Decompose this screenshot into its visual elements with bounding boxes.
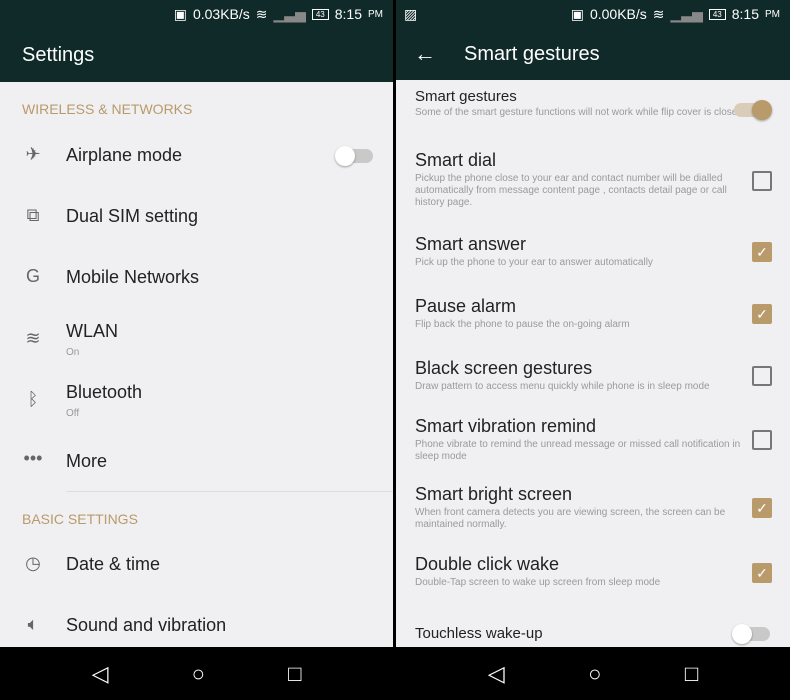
row-label: Pause alarm	[415, 296, 517, 316]
double-click-wake-row[interactable]: Double click wake Double-Tap screen to w…	[415, 554, 790, 589]
back-nav-icon[interactable]: ◁	[488, 661, 505, 687]
item-label: WLAN	[66, 321, 119, 341]
page-title: Settings	[22, 43, 95, 66]
airplane-mode-toggle[interactable]	[335, 146, 373, 166]
mobile-networks-item[interactable]: G Mobile Networks	[0, 262, 393, 296]
item-label: Date & time	[66, 554, 161, 574]
smart-answer-checkbox[interactable]: ✓	[752, 242, 772, 262]
airplane-icon: ✈	[25, 144, 41, 164]
wlan-item[interactable]: ≋ WLAN On	[0, 316, 393, 362]
more-icon: •••	[23, 448, 43, 468]
smart-bright-screen-row[interactable]: Smart bright screen When front camera de…	[415, 484, 790, 531]
smart-gestures-screen: ▨ ▣ 0.00KB/s ≋ ▁▃▅ 43 8:15 PM ← Smart ges…	[396, 0, 790, 700]
clock-icon: ◷	[25, 553, 41, 573]
row-description: Double-Tap screen to wake up screen from…	[415, 577, 661, 588]
home-nav-icon[interactable]: ○	[588, 661, 601, 687]
bluetooth-icon: ᛒ	[27, 389, 39, 409]
divider	[66, 491, 393, 492]
smart-answer-row[interactable]: Smart answer Pick up the phone to your e…	[415, 234, 790, 269]
touchless-wake-up-toggle[interactable]	[732, 624, 770, 644]
smart-bright-screen-checkbox[interactable]: ✓	[752, 498, 772, 518]
row-label: Smart gestures	[415, 88, 517, 105]
ampm: PM	[368, 8, 383, 20]
row-label: Double click wake	[415, 554, 560, 574]
app-bar: Settings	[0, 28, 393, 82]
smart-gestures-row[interactable]: Smart gestures Some of the smart gesture…	[415, 88, 790, 120]
row-label: Black screen gestures	[415, 358, 593, 378]
smart-dial-checkbox[interactable]	[752, 171, 772, 191]
section-header: WIRELESS & NETWORKS	[22, 101, 193, 117]
item-status: On	[66, 347, 80, 358]
smart-vibration-remind-checkbox[interactable]	[752, 430, 772, 450]
mobile-networks-icon: G	[25, 266, 40, 286]
ampm: PM	[765, 8, 780, 20]
smart-vibration-remind-row[interactable]: Smart vibration remind Phone vibrate to …	[415, 416, 790, 463]
item-label: More	[66, 451, 108, 471]
black-screen-gestures-row[interactable]: Black screen gestures Draw pattern to ac…	[415, 358, 790, 393]
more-item[interactable]: ••• More	[0, 446, 393, 480]
row-label: Smart answer	[415, 234, 527, 254]
pause-alarm-row[interactable]: Pause alarm Flip back the phone to pause…	[415, 296, 790, 331]
clock: 8:15	[334, 6, 362, 22]
dual-sim-icon: ⧉	[26, 205, 40, 225]
data-speed-icon: ▣	[173, 5, 187, 22]
smart-gestures-toggle[interactable]	[734, 100, 772, 120]
wifi-icon: ≋	[652, 5, 665, 22]
app-bar: ← Smart gestures	[396, 28, 790, 80]
bluetooth-item[interactable]: ᛒ Bluetooth Off	[0, 377, 393, 423]
home-nav-icon[interactable]: ○	[192, 661, 205, 687]
speaker-icon: 🔈︎	[27, 614, 39, 634]
sound-item[interactable]: 🔈︎ Sound and vibration	[0, 610, 393, 644]
item-label: Airplane mode	[66, 145, 183, 165]
row-description: Draw pattern to access menu quickly whil…	[415, 381, 710, 392]
back-nav-icon[interactable]: ◁	[92, 661, 109, 687]
page-title: Smart gestures	[464, 42, 600, 65]
row-label: Smart vibration remind	[415, 416, 597, 436]
item-status: Off	[66, 408, 80, 419]
data-speed-icon: ▣	[570, 5, 584, 22]
smart-dial-row[interactable]: Smart dial Pickup the phone close to you…	[415, 150, 790, 209]
row-description: Some of the smart gesture functions will…	[415, 107, 743, 118]
double-click-wake-checkbox[interactable]: ✓	[752, 563, 772, 583]
signal-icon: ▁▃▅	[273, 5, 306, 22]
row-description: Phone vibrate to remind the unread messa…	[415, 439, 741, 462]
item-label: Mobile Networks	[66, 267, 200, 287]
dual-sim-item[interactable]: ⧉ Dual SIM setting	[0, 201, 393, 235]
image-notification-icon: ▨	[404, 5, 418, 22]
section-header: BASIC SETTINGS	[22, 511, 138, 527]
row-description: Pick up the phone to your ear to answer …	[415, 257, 653, 268]
item-label: Bluetooth	[66, 382, 143, 402]
wifi-icon: ≋	[25, 328, 41, 348]
status-bar: ▨ ▣ 0.00KB/s ≋ ▁▃▅ 43 8:15 PM	[396, 0, 790, 28]
item-label: Dual SIM setting	[66, 206, 199, 226]
back-arrow-icon[interactable]: ←	[414, 41, 436, 67]
recents-nav-icon[interactable]: □	[685, 661, 698, 687]
navigation-bar: ◁ ○ □	[0, 647, 393, 700]
battery-icon: 43	[708, 8, 726, 20]
navigation-bar: ◁ ○ □	[396, 647, 790, 700]
date-time-item[interactable]: ◷ Date & time	[0, 549, 393, 583]
settings-screen: ▣ 0.03KB/s ≋ ▁▃▅ 43 8:15 PM Settings WIRE…	[0, 0, 393, 700]
data-speed: 0.03KB/s	[192, 6, 250, 22]
clock: 8:15	[731, 6, 759, 22]
row-description: Pickup the phone close to your ear and c…	[415, 173, 727, 208]
signal-icon: ▁▃▅	[670, 5, 703, 22]
row-description: Flip back the phone to pause the on-goin…	[415, 319, 630, 330]
battery-icon: 43	[311, 8, 329, 20]
status-bar: ▣ 0.03KB/s ≋ ▁▃▅ 43 8:15 PM	[0, 0, 393, 28]
touchless-wake-up-row[interactable]: Touchless wake-up	[415, 624, 790, 644]
row-description: When front camera detects you are viewin…	[415, 507, 726, 530]
row-label: Smart bright screen	[415, 484, 573, 504]
item-label: Sound and vibration	[66, 615, 227, 635]
row-label: Smart dial	[415, 150, 497, 170]
data-speed: 0.00KB/s	[589, 6, 647, 22]
wifi-icon: ≋	[255, 5, 268, 22]
recents-nav-icon[interactable]: □	[288, 661, 301, 687]
black-screen-gestures-checkbox[interactable]	[752, 366, 772, 386]
pause-alarm-checkbox[interactable]: ✓	[752, 304, 772, 324]
airplane-mode-item[interactable]: ✈ Airplane mode	[0, 140, 393, 174]
